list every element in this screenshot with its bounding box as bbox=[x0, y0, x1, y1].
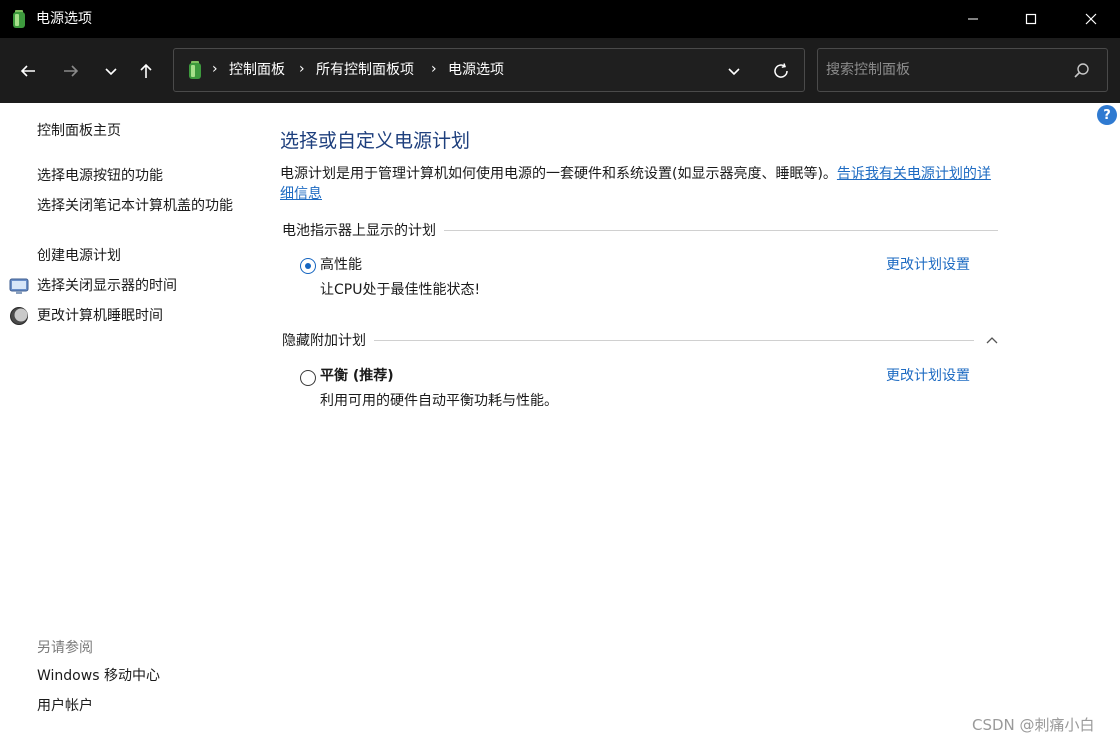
balanced-description: 利用可用的硬件自动平衡功耗与性能。 bbox=[320, 393, 558, 409]
see-also-heading: 另请参阅 bbox=[37, 640, 93, 656]
maximize-button[interactable] bbox=[1002, 0, 1060, 38]
recent-locations-button[interactable] bbox=[94, 54, 128, 88]
collapse-hidden-plans-button[interactable] bbox=[982, 331, 1002, 349]
breadcrumb-all-items[interactable]: 所有控制面板项 bbox=[316, 61, 414, 79]
maximize-icon bbox=[1025, 13, 1037, 25]
back-button[interactable] bbox=[11, 54, 45, 88]
sidebar-link-create-plan[interactable]: 创建电源计划 bbox=[37, 246, 121, 266]
page-description: 电源计划是用于管理计算机如何使用电源的一套硬件和系统设置(如显示器亮度、睡眠等)… bbox=[280, 164, 1000, 204]
change-plan-settings-link[interactable]: 更改计划设置 bbox=[886, 255, 970, 275]
sleep-moon-icon bbox=[10, 307, 28, 325]
sidebar-link-power-button[interactable]: 选择电源按钮的功能 bbox=[37, 166, 163, 186]
arrow-right-icon bbox=[64, 65, 79, 77]
section-divider bbox=[372, 340, 974, 341]
breadcrumb-control-panel[interactable]: 控制面板 bbox=[229, 61, 285, 79]
battery-power-icon bbox=[13, 10, 25, 28]
help-icon: ? bbox=[1103, 107, 1111, 123]
high-performance-label[interactable]: 高性能 bbox=[320, 255, 362, 275]
refresh-icon bbox=[774, 63, 788, 78]
breadcrumb-separator-icon: › bbox=[299, 61, 305, 77]
title-bar: 电源选项 bbox=[0, 0, 1120, 38]
help-button[interactable]: ? bbox=[1097, 105, 1117, 125]
breadcrumb-separator-icon: › bbox=[212, 61, 218, 77]
chevron-down-icon bbox=[105, 68, 117, 76]
breadcrumb-power-options[interactable]: 电源选项 bbox=[448, 61, 504, 79]
balanced-radio[interactable] bbox=[300, 370, 316, 386]
section-divider bbox=[440, 230, 998, 231]
battery-plans-heading: 电池指示器上显示的计划 bbox=[282, 221, 444, 241]
minimize-button[interactable] bbox=[944, 0, 1002, 38]
sidebar-link-mobility-center[interactable]: Windows 移动中心 bbox=[37, 666, 160, 686]
arrow-up-icon bbox=[140, 63, 152, 78]
high-performance-description: 让CPU处于最佳性能状态! bbox=[320, 282, 481, 298]
description-text: 电源计划是用于管理计算机如何使用电源的一套硬件和系统设置(如显示器亮度、睡眠等)… bbox=[280, 166, 837, 182]
close-button[interactable] bbox=[1062, 0, 1120, 38]
up-button[interactable] bbox=[129, 54, 163, 88]
balanced-label[interactable]: 平衡 (推荐) bbox=[320, 366, 394, 386]
forward-button[interactable] bbox=[54, 54, 88, 88]
chevron-up-icon bbox=[986, 337, 998, 344]
search-box bbox=[817, 48, 1108, 92]
hidden-plans-heading: 隐藏附加计划 bbox=[282, 331, 374, 351]
sidebar-link-lid-close[interactable]: 选择关闭笔记本计算机盖的功能 bbox=[37, 196, 247, 216]
sidebar-link-display-off[interactable]: 选择关闭显示器的时间 bbox=[37, 276, 177, 296]
search-icon[interactable] bbox=[1072, 61, 1092, 81]
sidebar-link-user-accounts[interactable]: 用户帐户 bbox=[37, 696, 93, 716]
navigation-bar: › 控制面板 › 所有控制面板项 › 电源选项 bbox=[0, 38, 1120, 103]
battery-power-icon bbox=[189, 61, 201, 79]
chevron-down-icon bbox=[728, 68, 740, 76]
address-dropdown-button[interactable] bbox=[722, 59, 746, 83]
breadcrumb-separator-icon: › bbox=[431, 61, 437, 77]
watermark: CSDN @刺痛小白 bbox=[972, 716, 1095, 734]
minimize-icon bbox=[968, 18, 978, 20]
refresh-button[interactable] bbox=[768, 58, 794, 84]
close-icon bbox=[1085, 13, 1097, 25]
sidebar-link-control-panel-home[interactable]: 控制面板主页 bbox=[37, 121, 121, 141]
sidebar-link-sleep-time[interactable]: 更改计算机睡眠时间 bbox=[37, 306, 163, 326]
arrow-left-icon bbox=[20, 65, 35, 77]
search-input[interactable] bbox=[826, 59, 1066, 81]
page-title: 选择或自定义电源计划 bbox=[280, 130, 471, 152]
change-plan-settings-link[interactable]: 更改计划设置 bbox=[886, 366, 970, 386]
window-title: 电源选项 bbox=[36, 11, 92, 27]
high-performance-radio[interactable] bbox=[300, 258, 316, 274]
monitor-icon bbox=[9, 278, 29, 294]
address-bar[interactable]: › 控制面板 › 所有控制面板项 › 电源选项 bbox=[173, 48, 805, 92]
